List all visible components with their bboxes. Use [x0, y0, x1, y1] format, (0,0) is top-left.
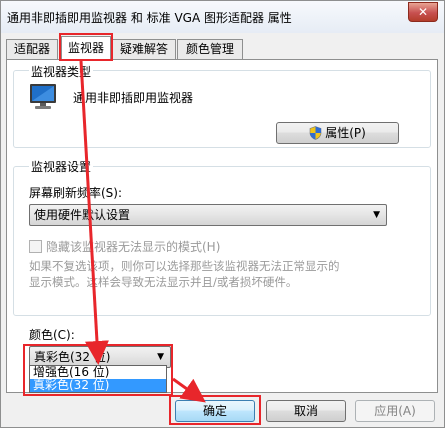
warning-text-line2: 显示模式。这样会导致无法显示并且/或者损坏硬件。: [29, 275, 298, 289]
warning-text-line1: 如果不复选该项，则你可以选择那些该监视器无法正常显示的: [29, 259, 340, 273]
annotation-box-colors: [23, 344, 173, 396]
window-title: 通用非即插即用监视器 和 标准 VGA 图形适配器 属性: [7, 11, 292, 25]
monitor-type-label: 监视器类型: [29, 63, 94, 80]
annotation-box-monitor-tab: [59, 33, 113, 61]
monitor-icon: [29, 82, 59, 112]
refresh-rate-label: 屏幕刷新频率(S):: [29, 186, 123, 200]
tab-panel-monitor: 监视器类型 通用非即插即用监视器 属性(P) 监视器设置 屏幕刷新频率(S): …: [6, 59, 438, 393]
tab-adapter[interactable]: 适配器: [6, 39, 58, 59]
annotation-box-ok: [169, 395, 261, 425]
tab-troubleshoot[interactable]: 疑难解答: [112, 39, 176, 59]
monitor-settings-label: 监视器设置: [29, 158, 94, 175]
hide-modes-label: 隐藏该监视器无法显示的模式(H): [46, 240, 221, 254]
refresh-rate-select[interactable]: 使用硬件默认设置 ▼: [29, 204, 387, 226]
close-button[interactable]: ✕: [408, 2, 438, 22]
hide-modes-checkbox[interactable]: [29, 240, 42, 253]
refresh-rate-value: 使用硬件默认设置: [34, 208, 131, 222]
properties-button-label: 属性(P): [325, 126, 366, 140]
colors-label: 颜色(C):: [29, 328, 75, 342]
uac-shield-icon: [309, 126, 322, 146]
monitor-name: 通用非即插即用监视器: [73, 91, 194, 105]
chevron-down-icon: ▼: [373, 210, 380, 220]
tab-color-management[interactable]: 颜色管理: [177, 39, 243, 59]
title-bar: 通用非即插即用监视器 和 标准 VGA 图形适配器 属性 ✕: [1, 1, 444, 33]
apply-button[interactable]: 应用(A): [355, 400, 435, 422]
cancel-button[interactable]: 取消: [266, 400, 346, 422]
properties-dialog: 通用非即插即用监视器 和 标准 VGA 图形适配器 属性 ✕ 适配器 监视器 疑…: [0, 0, 445, 428]
properties-button[interactable]: 属性(P): [276, 122, 399, 144]
